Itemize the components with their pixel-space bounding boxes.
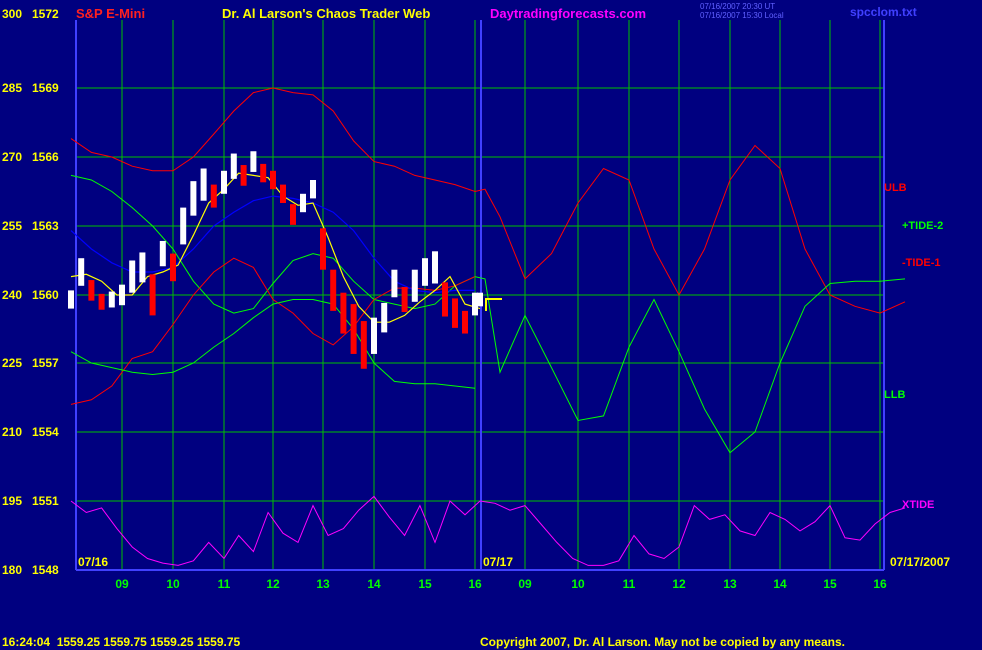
y-tick-label: 300 (2, 7, 22, 21)
x-tick-label: 16 (468, 577, 482, 591)
x-tick-label: 10 (166, 577, 180, 591)
price-tick-label: 1557 (32, 356, 59, 370)
price-tick-label: 1548 (32, 563, 59, 577)
legend-xtide: XTIDE (902, 499, 934, 511)
legend-tide2: +TIDE-2 (902, 220, 943, 232)
price-bar (170, 253, 176, 282)
x-tick-label: 15 (418, 577, 432, 591)
chart-root: 300 1572 285 1569 270 1566 255 1563 240 1560 225 15… (0, 0, 982, 650)
x-tick-label: 13 (316, 577, 330, 591)
price-bar (240, 165, 247, 186)
price-bar (290, 204, 296, 225)
price-bar (350, 304, 357, 354)
price-bar (108, 291, 115, 308)
price-bars (68, 151, 483, 369)
price-bar (78, 258, 85, 286)
chart-canvas: 300 1572 285 1569 270 1566 255 1563 240 1560 225 15… (2, 2, 950, 649)
x-tick-label: 14 (773, 577, 787, 591)
price-tick-label: 1554 (32, 425, 59, 439)
website-label[interactable]: Daytradingforecasts.com (490, 6, 646, 21)
price-bar (330, 269, 337, 311)
price-bar (422, 258, 428, 286)
x-tick-label: 14 (367, 577, 381, 591)
y-tick-label: 285 (2, 81, 22, 95)
price-bar (221, 170, 227, 194)
x-tick-label: 15 (823, 577, 837, 591)
price-bar (139, 252, 146, 283)
filename-label: spcclom.txt (850, 5, 917, 19)
price-bar (190, 181, 197, 216)
x-tick-label: 11 (623, 577, 636, 591)
price-tick-label: 1566 (32, 150, 59, 164)
price-bar (381, 302, 388, 333)
price-bar (200, 168, 207, 201)
date-label-end: 07/17/2007 (890, 555, 950, 569)
price-bar (260, 163, 267, 183)
date-label-mid: 07/17 (483, 555, 513, 569)
date-label-start: 07/16 (78, 555, 108, 569)
x-tick-label: 12 (266, 577, 280, 591)
instrument-label: S&P E-Mini (76, 6, 145, 21)
price-bar (300, 193, 306, 213)
price-bar (230, 153, 237, 179)
price-bar (320, 228, 326, 270)
x-tick-label: 16 (873, 577, 887, 591)
price-bar (270, 170, 276, 190)
price-tick-label: 1551 (32, 494, 59, 508)
price-bar (452, 298, 458, 328)
price-tick-label: 1569 (32, 81, 59, 95)
timestamp-ut: 07/16/2007 20:30 UT (700, 2, 775, 11)
price-bar (129, 260, 136, 293)
x-tick-label: 12 (672, 577, 686, 591)
price-tick-label: 1563 (32, 219, 59, 233)
price-bar (340, 292, 347, 334)
price-tick-label: 1572 (32, 7, 59, 21)
quote-line: 16:24:04 1559.25 1559.75 1559.25 1559.75 (2, 635, 241, 649)
price-bar (98, 293, 105, 310)
price-bar (442, 282, 448, 317)
timestamp-local: 07/16/2007 15:30 Local (700, 11, 784, 20)
price-bar (119, 284, 125, 306)
y-tick-label: 255 (2, 219, 22, 233)
y-tick-label: 195 (2, 494, 22, 508)
price-bar (411, 269, 418, 302)
price-bar (180, 207, 187, 245)
chart-title: Dr. Al Larson's Chaos Trader Web (222, 6, 430, 21)
price-bar (310, 180, 316, 199)
price-bar (360, 321, 367, 369)
x-tick-label: 09 (115, 577, 129, 591)
price-bar (401, 286, 408, 312)
price-bar (462, 310, 468, 334)
x-tick-label: 11 (218, 577, 231, 591)
legend-llb: LLB (884, 389, 905, 401)
x-tick-label: 13 (723, 577, 737, 591)
y-tick-label: 225 (2, 356, 22, 370)
y-tick-label: 210 (2, 425, 22, 439)
price-bar (477, 292, 483, 307)
y-tick-label: 240 (2, 288, 22, 302)
price-bar (88, 280, 95, 301)
y-tick-label: 270 (2, 150, 22, 164)
price-bar (149, 274, 156, 316)
series-line-ma-6 (70, 172, 481, 323)
price-bar (432, 251, 438, 284)
x-tick-label: 10 (571, 577, 585, 591)
legend-tide1: -TIDE-1 (902, 257, 941, 269)
copyright: Copyright 2007, Dr. Al Larson. May not b… (480, 635, 845, 649)
price-tick-label: 1560 (32, 288, 59, 302)
price-bar (210, 184, 217, 208)
legend-ulb: ULB (884, 182, 907, 194)
price-bar (391, 269, 398, 298)
price-bar (250, 151, 257, 172)
price-bar (159, 240, 166, 267)
price-bar (371, 317, 377, 354)
y-tick-label: 180 (2, 563, 22, 577)
x-tick-label: 09 (518, 577, 532, 591)
price-bar (68, 290, 74, 309)
price-bar (280, 184, 286, 203)
